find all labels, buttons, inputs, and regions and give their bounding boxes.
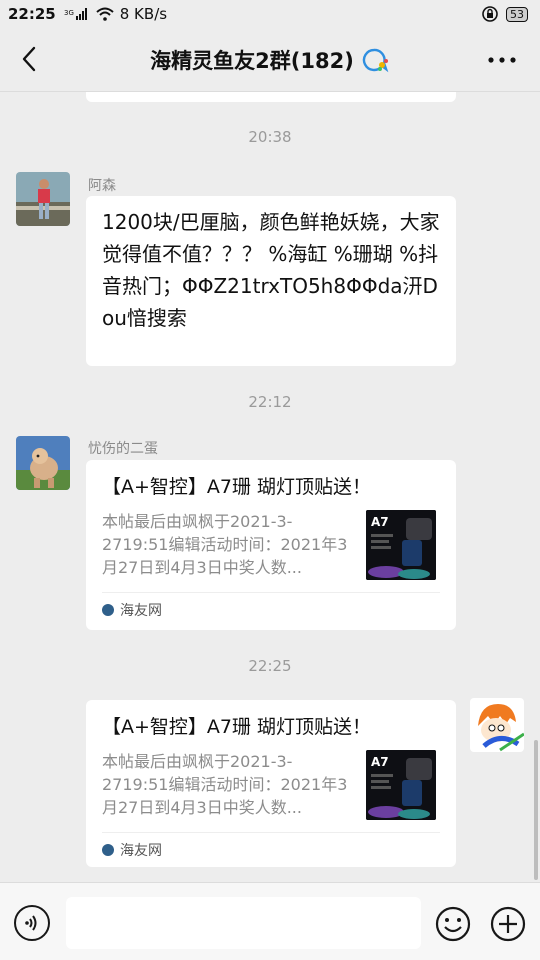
wifi-icon	[96, 7, 114, 21]
card-thumbnail: A7	[366, 750, 436, 820]
card-description: 本帖最后由飒枫于2021-3-2719:51编辑活动时间：2021年3月27日到…	[102, 752, 348, 817]
voice-button[interactable]	[14, 905, 50, 941]
status-bar: 22:25 3G 8 KB/s 53	[0, 0, 540, 28]
message-input[interactable]	[66, 897, 421, 949]
more-options-icon	[488, 57, 516, 63]
link-card[interactable]: 【A+智控】A7珊 瑚灯顶贴送！ 本帖最后由飒枫于2021-3-2719:51编…	[86, 700, 456, 867]
card-source-name: 海友网	[120, 842, 162, 859]
card-source: 海友网	[102, 832, 440, 866]
avatar[interactable]	[16, 436, 70, 490]
timestamp: 22:25	[248, 657, 292, 675]
emoji-icon	[435, 906, 471, 942]
source-logo-icon	[102, 843, 114, 856]
status-time: 22:25	[8, 5, 56, 23]
avatar[interactable]	[16, 172, 70, 226]
avatar[interactable]	[470, 698, 524, 752]
more-options-button[interactable]	[484, 46, 520, 74]
card-source-name: 海友网	[120, 602, 162, 619]
input-bar	[0, 882, 540, 960]
previous-message-bubble[interactable]	[86, 92, 456, 102]
sender-name: 阿森	[88, 178, 116, 194]
message-list[interactable]: 20:38 阿森 1200块/巴厘脑，颜色鲜艳妖娆，大家觉得值不值？？？ %海缸…	[0, 92, 540, 882]
chat-header: 海精灵鱼友2群(182)	[0, 28, 540, 92]
scrollbar[interactable]	[534, 740, 538, 880]
network-speed: 8 KB/s	[119, 5, 168, 23]
card-thumbnail: A7	[366, 510, 436, 580]
back-arrow-icon	[22, 46, 36, 72]
link-card[interactable]: 【A+智控】A7珊 瑚灯顶贴送！ 本帖最后由飒枫于2021-3-2719:51编…	[86, 460, 456, 630]
source-logo-icon	[102, 603, 114, 616]
signal-icon: 3G	[64, 7, 114, 21]
chat-title: 海精灵鱼友2群(182)	[150, 48, 354, 73]
lock-rotation-icon	[482, 6, 498, 22]
svg-text:A7: A7	[371, 755, 389, 769]
emoji-button[interactable]	[434, 905, 472, 943]
chat-title-area[interactable]: 海精灵鱼友2群(182)	[150, 45, 390, 75]
timestamp: 22:12	[248, 393, 292, 411]
card-title: 【A+智控】A7珊 瑚灯顶贴送！	[102, 716, 372, 738]
card-title: 【A+智控】A7珊 瑚灯顶贴送！	[102, 476, 372, 498]
more-actions-button[interactable]	[489, 905, 527, 943]
battery-indicator: 53	[506, 6, 528, 22]
timestamp: 20:38	[248, 128, 292, 146]
svg-text:A7: A7	[371, 515, 389, 529]
card-description: 本帖最后由飒枫于2021-3-2719:51编辑活动时间：2021年3月27日到…	[102, 512, 348, 577]
card-source: 海友网	[102, 592, 440, 626]
sender-name: 忧伤的二蛋	[88, 441, 158, 457]
message-bubble[interactable]: 1200块/巴厘脑，颜色鲜艳妖娆，大家觉得值不值？？？ %海缸 %珊瑚 %抖音热…	[86, 196, 456, 366]
group-chat-icon	[362, 48, 389, 72]
back-button[interactable]	[14, 44, 44, 74]
svg-text:3G: 3G	[64, 9, 74, 17]
voice-icon	[25, 915, 37, 931]
message-text: 1200块/巴厘脑，颜色鲜艳妖娆，大家觉得值不值？？？ %海缸 %珊瑚 %抖音热…	[102, 210, 440, 330]
plus-icon	[490, 906, 526, 942]
